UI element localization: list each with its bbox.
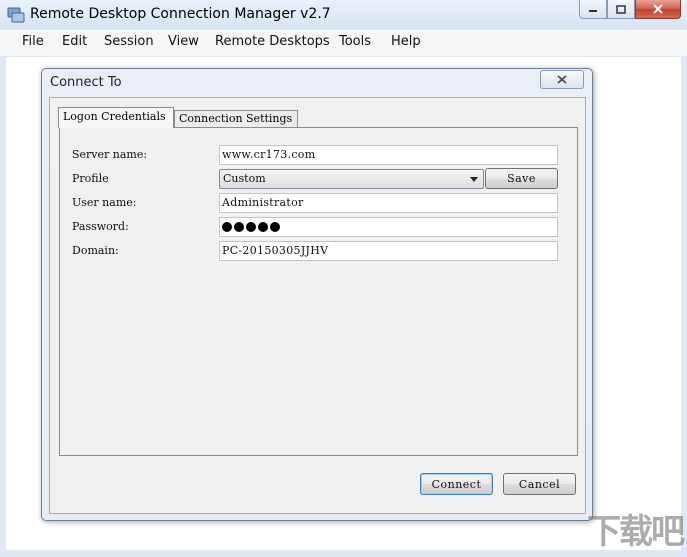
tab-logon-credentials[interactable]: Logon Credentials bbox=[58, 107, 174, 128]
caption-buttons bbox=[579, 0, 681, 20]
title-bar[interactable]: Remote Desktop Connection Manager v2.7 bbox=[0, 0, 687, 31]
minimize-icon bbox=[589, 10, 597, 12]
minimize-button[interactable] bbox=[579, 0, 607, 19]
password-dot bbox=[258, 222, 268, 232]
password-dot bbox=[246, 222, 256, 232]
password-mask bbox=[222, 220, 557, 232]
profile-selected-value: Custom bbox=[223, 172, 266, 185]
logon-credentials-panel: Server name: www.cr173.com Profile Custo… bbox=[59, 127, 578, 456]
dialog-close-button[interactable] bbox=[540, 70, 584, 89]
menu-tools[interactable]: Tools bbox=[339, 34, 371, 49]
cancel-button[interactable]: Cancel bbox=[503, 473, 576, 495]
menu-view[interactable]: View bbox=[168, 34, 199, 49]
connect-to-dialog: Connect To Logon Credentials Connection … bbox=[41, 68, 593, 521]
menu-remote-desktops[interactable]: Remote Desktops bbox=[215, 34, 330, 49]
chevron-down-icon bbox=[470, 177, 478, 182]
domain-input[interactable]: PC-20150305JJHV bbox=[219, 241, 558, 261]
user-name-label: User name: bbox=[72, 196, 137, 209]
menu-help[interactable]: Help bbox=[391, 34, 421, 49]
maximize-button[interactable] bbox=[607, 0, 635, 19]
connect-button[interactable]: Connect bbox=[420, 473, 493, 495]
menu-edit[interactable]: Edit bbox=[62, 34, 87, 49]
server-name-label: Server name: bbox=[72, 148, 148, 161]
server-name-input[interactable]: www.cr173.com bbox=[219, 145, 558, 165]
password-label: Password: bbox=[72, 220, 129, 233]
menu-file[interactable]: File bbox=[22, 34, 44, 49]
password-input[interactable] bbox=[219, 217, 558, 237]
domain-label: Domain: bbox=[72, 244, 119, 257]
close-icon bbox=[557, 75, 567, 84]
rdcman-app-icon bbox=[7, 7, 25, 23]
profile-dropdown[interactable]: Custom bbox=[219, 169, 484, 189]
password-dot bbox=[234, 222, 244, 232]
menu-session[interactable]: Session bbox=[104, 34, 154, 49]
tab-connection-settings[interactable]: Connection Settings bbox=[174, 110, 298, 128]
watermark-logo: 下载吧 bbox=[587, 512, 685, 552]
window-title: Remote Desktop Connection Manager v2.7 bbox=[30, 6, 331, 22]
menu-bar: File Edit Session View Remote Desktops T… bbox=[0, 30, 687, 57]
password-dot bbox=[270, 222, 280, 232]
profile-label: Profile bbox=[72, 172, 109, 185]
maximize-icon bbox=[616, 4, 626, 14]
dialog-title: Connect To bbox=[50, 75, 122, 90]
dialog-client-area: Logon Credentials Connection Settings Se… bbox=[49, 97, 586, 514]
user-name-input[interactable]: Administrator bbox=[219, 193, 558, 213]
password-dot bbox=[222, 222, 232, 232]
window-frame-left bbox=[0, 57, 6, 557]
window-frame-bottom bbox=[0, 550, 687, 557]
close-button[interactable] bbox=[635, 0, 681, 19]
save-profile-button[interactable]: Save bbox=[485, 168, 558, 189]
close-icon bbox=[653, 4, 663, 14]
window-frame-right bbox=[681, 57, 687, 557]
